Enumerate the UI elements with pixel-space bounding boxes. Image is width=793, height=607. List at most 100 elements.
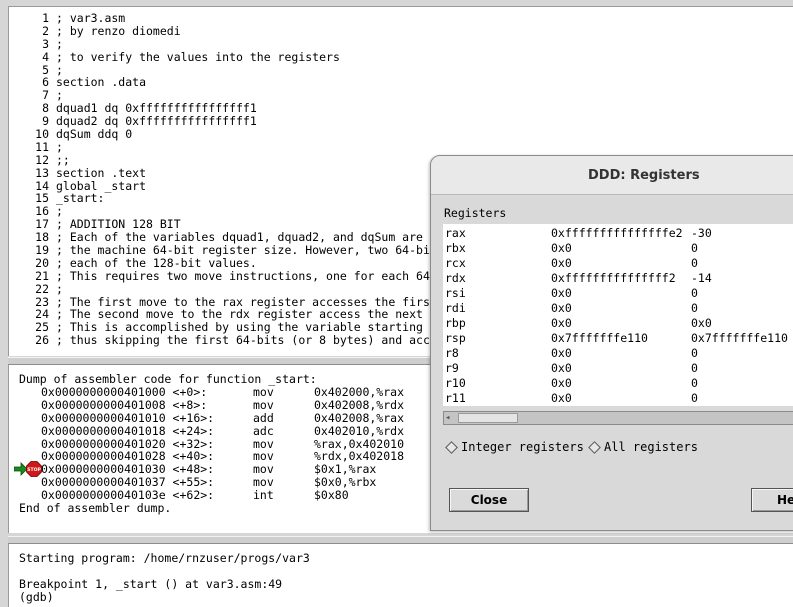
register-name: rbp: [445, 316, 466, 330]
asm-row[interactable]: 0x0000000000401010 <+16>: add 0x402008,%ra…: [19, 410, 405, 425]
register-row[interactable]: rdi 0x0 0: [445, 301, 793, 316]
source-line[interactable]: 1 ; var3.asm: [19, 12, 430, 25]
scrollbar-thumb[interactable]: [458, 413, 518, 423]
register-row[interactable]: rcx 0x0 0: [445, 256, 793, 271]
source-line[interactable]: 2 ; by renzo diomedi: [19, 23, 430, 38]
source-text: ; by renzo diomedi: [56, 23, 181, 38]
register-hex-value: 0xfffffffffffffffe2: [551, 226, 683, 240]
line-number: 13: [35, 165, 49, 180]
register-hex-value: 0x0: [551, 256, 572, 270]
source-line[interactable]: 10 dqSum ddq 0: [19, 128, 430, 141]
scroll-left-arrow-icon[interactable]: ◂: [445, 413, 455, 423]
radio-all-label: All registers: [604, 440, 698, 454]
source-text: ;: [56, 281, 63, 296]
stop-sign-label: STOP: [27, 467, 41, 473]
register-row[interactable]: r9 0x0 0: [445, 361, 793, 376]
asm-rows: 0x0000000000401000 <+0>: mov 0x402000,%rax…: [19, 386, 404, 502]
register-row[interactable]: r8 0x0 0: [445, 346, 793, 361]
registers-label: Registers: [444, 206, 507, 220]
asm-row[interactable]: 0x0000000000401008 <+8>: mov 0x402008,%rdx: [19, 397, 404, 412]
source-line[interactable]: 12;;: [19, 152, 430, 167]
line-number: 5: [42, 62, 49, 77]
asm-address: 0x0000000000401000 <+0>:: [41, 385, 208, 399]
source-text: ; This requires two move instructions, o…: [56, 268, 430, 283]
source-text: ; to verify the values into the register…: [56, 49, 340, 64]
close-button[interactable]: Close: [449, 488, 529, 512]
asm-indent: [19, 412, 41, 425]
radio-integer-registers[interactable]: Integer registers: [445, 441, 584, 454]
breakpoint-stop-icon[interactable]: STOP: [26, 461, 42, 477]
asm-mnemonic: mov: [253, 397, 274, 412]
radio-diamond-icon[interactable]: [445, 441, 458, 454]
register-row[interactable]: rsp 0x7fffffffe110 0x7fffffffe110: [445, 331, 793, 346]
register-hex-value: 0x0: [551, 376, 572, 390]
register-name: rsi: [445, 286, 466, 300]
source-line[interactable]: 21 ; This requires two move instructions,…: [19, 268, 430, 283]
register-row[interactable]: rdx 0xfffffffffffffff2 -14: [445, 271, 793, 286]
line-number: 3: [42, 36, 49, 51]
asm-operands: 0x402000,%rax: [314, 385, 405, 399]
register-row[interactable]: rax 0xfffffffffffffffe2 -30: [445, 226, 793, 241]
registers-table[interactable]: rax 0xfffffffffffffffe2 -30 rbx 0x0 0 rcx 0x0 0 r…: [443, 224, 793, 406]
register-row[interactable]: rbx 0x0 0: [445, 241, 793, 256]
asm-indent: [19, 425, 41, 438]
source-line[interactable]: 22;: [19, 281, 430, 296]
register-hex-value: 0x7fffffffe110: [551, 331, 648, 345]
source-line[interactable]: 19 ; the machine 64-bit register size. Ho…: [19, 244, 430, 257]
line-number: 21: [35, 268, 49, 283]
help-button[interactable]: He: [751, 488, 793, 512]
source-line[interactable]: 15 _start:: [19, 192, 430, 205]
source-text: ;: [56, 139, 63, 154]
console-line: Starting program: /home/rnzuser/progs/va…: [19, 551, 310, 565]
source-text: _start:: [56, 191, 105, 206]
register-hex-value: 0x0: [551, 346, 572, 360]
register-name: rax: [445, 226, 466, 240]
source-line[interactable]: 11;: [19, 141, 430, 154]
dialog-titlebar[interactable]: DDD: Registers: [431, 156, 793, 195]
console-output: Starting program: /home/rnzuser/progs/va…: [19, 552, 310, 604]
asm-row[interactable]: 0x0000000000401000 <+0>: mov 0x402000,%rax: [19, 386, 404, 399]
registers-dialog[interactable]: DDD: Registers Registers rax 0xffffffffff…: [430, 155, 793, 531]
register-hex-value: 0x0: [551, 241, 572, 255]
register-name: rdi: [445, 301, 466, 315]
source-line[interactable]: 20 ; each of the 128-bit values.: [19, 257, 430, 270]
source-lines: 1; var3.asm 2; by renzo diomedi 3; 4; to ve…: [19, 12, 430, 347]
source-line[interactable]: 4 ; to verify the values into the registe…: [19, 49, 430, 64]
register-hex-value: 0x0: [551, 301, 572, 315]
line-number: 11: [35, 139, 49, 154]
asm-mnemonic: adc: [253, 423, 274, 438]
dialog-title: DDD: Registers: [588, 168, 700, 183]
gdb-console[interactable]: Starting program: /home/rnzuser/progs/va…: [8, 544, 793, 607]
pane-separator[interactable]: [8, 536, 793, 544]
register-name: rbx: [445, 241, 466, 255]
asm-address: 0x0000000000401008 <+8>:: [41, 397, 208, 412]
asm-row[interactable]: 0x0000000000401018 <+24>: adc 0x402010,%rd…: [19, 423, 404, 438]
register-natural-value: 0: [691, 286, 698, 300]
line-number: 8: [42, 101, 49, 116]
source-line[interactable]: 3;: [19, 36, 430, 51]
register-natural-value: 0: [691, 241, 698, 255]
source-line[interactable]: 13 section .text: [19, 165, 430, 180]
radio-diamond-icon[interactable]: [588, 441, 601, 454]
register-row[interactable]: r11 0x0 0: [445, 391, 793, 406]
registers-horizontal-scrollbar[interactable]: ◂: [443, 411, 793, 425]
radio-all-registers[interactable]: All registers: [588, 440, 698, 454]
line-number: 20: [35, 255, 49, 270]
line-number: 22: [35, 281, 49, 296]
register-name: r9: [445, 361, 459, 375]
asm-indent: [19, 399, 41, 412]
source-line[interactable]: 26 ; thus skipping the first 64-bits (or …: [19, 334, 430, 347]
line-number: 2: [42, 23, 49, 38]
register-row[interactable]: rbp 0x0 0x0: [445, 316, 793, 331]
register-natural-value: 0x7fffffffe110: [691, 331, 788, 345]
register-row[interactable]: r10 0x0 0: [445, 376, 793, 391]
source-text: dqSum ddq 0: [56, 127, 133, 142]
register-name: r10: [445, 376, 466, 390]
line-number: 7: [42, 88, 49, 103]
source-text: section .text: [56, 165, 147, 180]
line-number: 12: [35, 152, 49, 167]
source-line[interactable]: 6 section .data: [19, 76, 430, 89]
asm-operands: 0x402008,%rax: [314, 410, 405, 425]
source-text: ;;: [56, 152, 70, 167]
register-row[interactable]: rsi 0x0 0: [445, 286, 793, 301]
